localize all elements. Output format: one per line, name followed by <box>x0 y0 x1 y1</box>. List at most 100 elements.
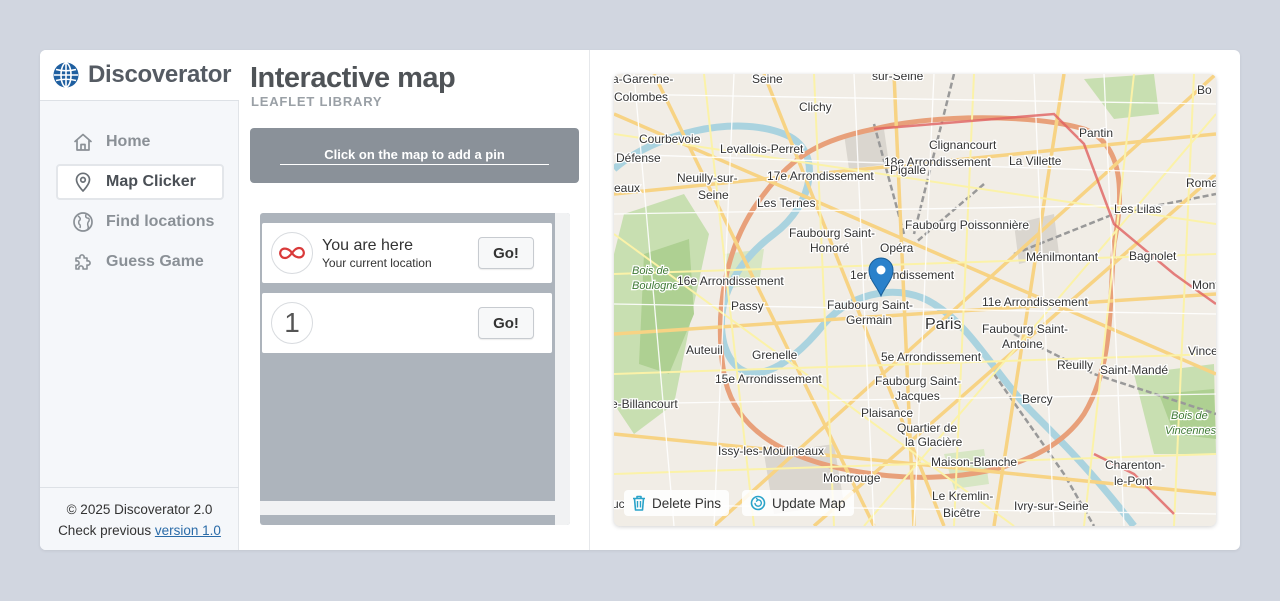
map-place-label: Les Ternes <box>757 196 815 210</box>
list-item: You are here Your current location Go! <box>262 223 552 283</box>
map-place-label: Mont <box>1192 278 1216 292</box>
map-place-label: Faubourg Poissonnière <box>905 218 1029 232</box>
globe-icon <box>53 62 79 88</box>
map-place-label: Antoine <box>1002 337 1043 351</box>
map-place-label: Clichy <box>799 100 832 114</box>
delete-pins-button[interactable]: Delete Pins <box>624 490 730 516</box>
map-place-label: 11e Arrondissement <box>982 295 1089 309</box>
go-button[interactable]: Go! <box>478 237 534 269</box>
map-place-label: Opéra <box>880 241 914 255</box>
map-place-label: a-Garenne- <box>614 74 673 86</box>
list-item-title: You are here <box>322 236 414 254</box>
map-place-label: Vincen <box>1188 344 1216 358</box>
refresh-icon <box>750 495 766 511</box>
map-place-label: Paris <box>925 316 961 333</box>
map-place-label: Issy-les-Moulineaux <box>718 444 824 458</box>
map-place-label: Le Kremlin- <box>932 489 993 503</box>
home-icon <box>74 133 92 151</box>
map-place-label: Honoré <box>810 241 850 255</box>
map-place-label: Reuilly <box>1057 358 1093 372</box>
list-vertical-scrollbar[interactable] <box>555 213 570 525</box>
nav-item-find-locations[interactable]: Find locations <box>56 204 224 240</box>
map-place-label: 16e Arrondissement <box>677 274 784 288</box>
map-place-label: 17e Arrondissement <box>767 169 874 183</box>
map-place-label: Faubourg Saint- <box>789 226 875 240</box>
hint-box: Click on the map to add a pin <box>250 128 579 183</box>
map-place-label: Seine <box>752 74 783 86</box>
brand[interactable]: Discoverator <box>40 50 239 101</box>
map-place-label: e-Billancourt <box>614 397 678 411</box>
list-horizontal-scrollbar[interactable] <box>260 501 555 515</box>
map-place-label: 15e Arrondissement <box>715 372 822 386</box>
page-subtitle: LEAFLET LIBRARY <box>251 94 383 109</box>
map-place-label: La Villette <box>1009 154 1062 168</box>
map-place-label: Romainv <box>1186 176 1216 190</box>
map-place-label: Neuilly-sur- <box>677 171 738 185</box>
map-place-label: Bagnolet <box>1129 249 1177 263</box>
app-window: Discoverator Home Map Clicker Find locat… <box>40 50 1240 550</box>
map-tiles[interactable]: a-Garenne- Colombes Seine sur-Seine Bo Clichy… <box>614 74 1216 526</box>
map-place-label: Bercy <box>1022 392 1053 406</box>
map-place-label: Bicêtre <box>943 506 981 520</box>
list-item-text: You are here Your current location <box>322 237 478 270</box>
nav-item-guess-game[interactable]: Guess Game <box>56 244 224 280</box>
map-place-label: 1er Arrondissement <box>850 268 955 282</box>
list-item: 1 Go! <box>262 293 552 353</box>
map-place-label: Bois de <box>632 265 669 277</box>
previous-version-link[interactable]: version 1.0 <box>155 523 221 538</box>
globe-icon <box>73 212 93 232</box>
map-place-label: Les Lilas <box>1114 202 1161 216</box>
page-title: Interactive map <box>250 62 456 94</box>
infinity-icon <box>279 246 305 260</box>
map-place-label: Défense <box>616 151 661 165</box>
sidebar: Discoverator Home Map Clicker Find locat… <box>40 50 239 550</box>
map-place-label: Plaisance <box>861 406 913 420</box>
map-pin-icon <box>75 172 91 192</box>
map-place-label: le-Pont <box>1114 474 1153 488</box>
nav-label-map-clicker: Map Clicker <box>106 173 196 190</box>
map-place-label: Ivry-sur-Seine <box>1014 499 1089 513</box>
previous-version: Check previous version 1.0 <box>40 520 239 541</box>
map-place-label: Germain <box>846 313 892 327</box>
map-place-label: eaux <box>614 181 640 195</box>
update-map-label: Update Map <box>772 495 846 511</box>
map-view[interactable]: a-Garenne- Colombes Seine sur-Seine Bo Clichy… <box>614 74 1216 526</box>
map-place-label: Colombes <box>614 90 668 104</box>
map-place-label: 5e Arrondissement <box>881 350 982 364</box>
hint-text: Click on the map to add a pin <box>280 147 549 165</box>
copyright-text: © 2025 Discoverator 2.0 <box>66 502 213 517</box>
map-place-label: la Glacière <box>905 435 963 449</box>
previous-version-prefix: Check previous <box>58 523 152 538</box>
nav-item-home[interactable]: Home <box>56 124 224 160</box>
map-place-label: Faubourg Saint- <box>875 374 961 388</box>
map-place-label: Clignancourt <box>929 138 997 152</box>
brand-title: Discoverator <box>88 61 232 88</box>
map-place-label: Charenton- <box>1105 458 1165 472</box>
nav-item-map-clicker[interactable]: Map Clicker <box>56 164 224 200</box>
delete-pins-label: Delete Pins <box>652 495 722 511</box>
map-place-label: Auteuil <box>686 343 723 357</box>
map-place-label: Pigalle <box>890 163 926 177</box>
map-place-label: Bo <box>1197 83 1212 97</box>
go-button[interactable]: Go! <box>478 307 534 339</box>
nav: Home Map Clicker Find locations Guess Ga… <box>56 124 224 284</box>
map-place-label: Seine <box>698 188 729 202</box>
map-place-label: Passy <box>731 299 764 313</box>
map-place-label: Vincennes <box>1165 425 1216 437</box>
map-place-label: sur-Seine <box>872 74 924 83</box>
map-place-label: Boulogne <box>632 280 679 292</box>
location-list[interactable]: You are here Your current location Go! 1… <box>260 213 570 525</box>
map-place-label: Bois de <box>1171 410 1208 422</box>
update-map-button[interactable]: Update Map <box>742 490 854 516</box>
map-place-label: Quartier de <box>897 421 957 435</box>
nav-label-find-locations: Find locations <box>106 213 215 230</box>
list-item-subtitle: Your current location <box>322 255 432 270</box>
current-location-badge <box>271 232 313 274</box>
map-place-label: Faubourg Saint- <box>827 298 913 312</box>
pin-number-badge: 1 <box>271 302 313 344</box>
map-place-label: Jacques <box>895 389 940 403</box>
map-place-label: Courbevoie <box>639 132 701 146</box>
map-place-label: Montrouge <box>823 471 881 485</box>
map-place-label: Saint-Mandé <box>1100 363 1168 377</box>
map-place-label: Ménilmontant <box>1026 250 1099 264</box>
